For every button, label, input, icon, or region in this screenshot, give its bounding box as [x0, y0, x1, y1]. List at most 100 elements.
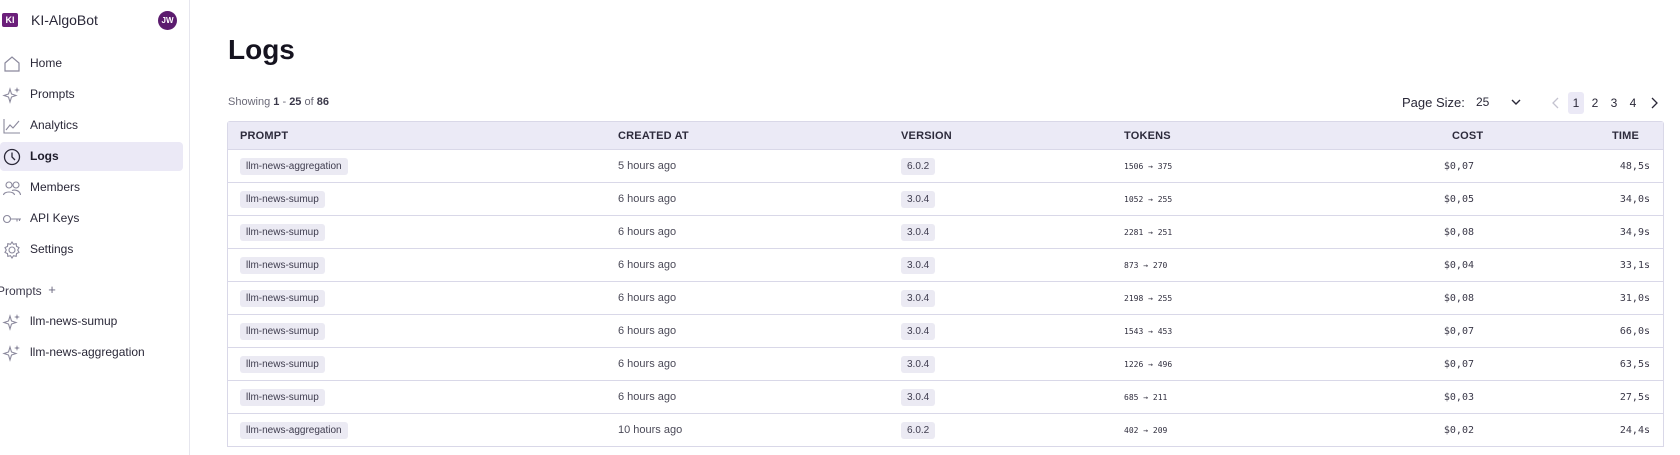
page-button-2[interactable]: 2 [1587, 92, 1603, 114]
sidebar-item-home[interactable]: Home [0, 49, 183, 78]
cost-value: $0,08 [1443, 293, 1474, 304]
cost-value: $0,07 [1443, 326, 1474, 337]
page-size-value: 25 [1476, 95, 1490, 109]
sidebar-item-logs[interactable]: Logs [0, 142, 183, 171]
sidebar-prompt-llm-news-aggregation[interactable]: llm-news-aggregation [0, 338, 183, 367]
cost-value: $0,04 [1443, 260, 1474, 271]
prompt-tag[interactable]: llm-news-sumup [240, 389, 325, 406]
version-badge: 3.0.4 [901, 191, 936, 208]
prompt-tag[interactable]: llm-news-sumup [240, 191, 325, 208]
app-logo: KI [2, 13, 18, 27]
column-header-cost[interactable]: COST [1452, 130, 1483, 142]
table-row[interactable]: llm-news-sumup 6 hours ago 3.0.4 1543 → 453… [228, 315, 1663, 348]
column-header-version[interactable]: VERSION [901, 130, 952, 142]
version-badge: 3.0.4 [901, 356, 936, 373]
prompt-tag[interactable]: llm-news-sumup [240, 356, 325, 373]
table-row[interactable]: llm-news-aggregation 5 hours ago 6.0.2 1506… [228, 150, 1663, 183]
created-at: 6 hours ago [618, 358, 677, 370]
page-button-4[interactable]: 4 [1625, 92, 1641, 114]
token-count: 685 → 211 [1124, 393, 1168, 402]
table-row[interactable]: llm-news-sumup 6 hours ago 3.0.4 1052 → 255… [228, 183, 1663, 216]
users-icon [2, 181, 22, 196]
table-row[interactable]: llm-news-sumup 6 hours ago 3.0.4 685 → 211 $… [228, 381, 1663, 414]
token-count: 2281 → 251 [1124, 228, 1173, 237]
sparkles-icon [2, 314, 20, 331]
sidebar-item-label: API Keys [30, 211, 80, 225]
time-value: 27,5s [1619, 392, 1650, 403]
gear-icon [4, 240, 20, 260]
next-page-button[interactable] [1646, 92, 1662, 114]
sidebar-item-label: Home [30, 56, 63, 70]
clock-icon [3, 148, 21, 166]
table-row[interactable]: llm-news-sumup 6 hours ago 3.0.4 2281 → 251… [228, 216, 1663, 249]
showing-total: 86 [316, 96, 329, 108]
table-row[interactable]: llm-news-sumup 6 hours ago 3.0.4 873 → 270 $… [228, 249, 1663, 282]
token-count: 2198 → 255 [1124, 294, 1173, 303]
created-at: 6 hours ago [618, 391, 677, 403]
chevron-down-icon [1511, 99, 1521, 105]
version-badge: 3.0.4 [901, 224, 936, 241]
showing-summary: Showing 1 - 25 of 86 [228, 96, 329, 108]
sidebar-prompt-label: llm-news-sumup [30, 314, 118, 328]
page-size-label: Page Size: [1402, 95, 1465, 110]
sidebar-prompt-label: llm-news-aggregation [30, 345, 145, 359]
version-badge: 3.0.4 [901, 389, 936, 406]
page-button-1[interactable]: 1 [1568, 92, 1584, 114]
add-prompt-button[interactable]: + [46, 283, 58, 297]
sidebar-item-prompts[interactable]: Prompts [0, 80, 183, 109]
column-header-time[interactable]: TIME [1612, 130, 1639, 142]
sidebar-item-label: Analytics [30, 118, 79, 132]
prompt-tag[interactable]: llm-news-sumup [240, 224, 325, 241]
table-body: llm-news-aggregation 5 hours ago 6.0.2 1506… [228, 150, 1663, 447]
table-row[interactable]: llm-news-sumup 6 hours ago 3.0.4 2198 → 255… [228, 282, 1663, 315]
version-badge: 3.0.4 [901, 290, 936, 307]
prompt-tag[interactable]: llm-news-sumup [240, 290, 325, 307]
avatar[interactable]: JW [158, 11, 177, 30]
page-button-3[interactable]: 3 [1606, 92, 1622, 114]
brand-header[interactable]: KI KI-AlgoBot JW [0, 10, 190, 32]
prompt-tag[interactable]: llm-news-sumup [240, 323, 325, 340]
column-header-prompt[interactable]: PROMPT [240, 130, 288, 142]
app-name: KI-AlgoBot [31, 12, 98, 28]
sidebar-prompt-llm-news-sumup[interactable]: llm-news-sumup [0, 307, 183, 336]
prompt-tag[interactable]: llm-news-aggregation [240, 158, 348, 175]
cost-value: $0,03 [1443, 392, 1474, 403]
cost-value: $0,07 [1443, 161, 1474, 172]
time-value: 34,9s [1619, 227, 1650, 238]
sidebar-item-settings[interactable]: Settings [0, 235, 183, 264]
sidebar-item-analytics[interactable]: Analytics [0, 111, 183, 140]
showing-of: of [304, 96, 314, 108]
time-value: 48,5s [1619, 161, 1650, 172]
page-size-select[interactable]: 25 [1476, 95, 1532, 111]
time-value: 66,0s [1619, 326, 1650, 337]
table-row[interactable]: llm-news-sumup 6 hours ago 3.0.4 1226 → 496… [228, 348, 1663, 381]
sidebar-item-members[interactable]: Members [0, 173, 183, 202]
token-count: 1543 → 453 [1124, 327, 1173, 336]
created-at: 10 hours ago [618, 424, 683, 436]
column-header-created-at[interactable]: CREATED AT [618, 130, 689, 142]
chart-line-icon [3, 119, 20, 134]
created-at: 6 hours ago [618, 193, 677, 205]
cost-value: $0,05 [1443, 194, 1474, 205]
table-row[interactable]: llm-news-aggregation 10 hours ago 6.0.2 402… [228, 414, 1663, 447]
sidebar: KI KI-AlgoBot JW Home Prompts Analytics … [0, 0, 190, 455]
prompt-tag[interactable]: llm-news-aggregation [240, 422, 348, 439]
sparkles-icon [2, 345, 20, 362]
created-at: 6 hours ago [618, 292, 677, 304]
token-count: 1226 → 496 [1124, 360, 1173, 369]
sidebar-item-api-keys[interactable]: API Keys [0, 204, 183, 233]
created-at: 5 hours ago [618, 160, 677, 172]
version-badge: 6.0.2 [901, 422, 936, 439]
prev-page-button[interactable] [1548, 92, 1564, 114]
token-count: 1052 → 255 [1124, 195, 1173, 204]
table-header: PROMPT CREATED AT VERSION TOKENS COST TI… [228, 122, 1663, 150]
key-icon [2, 214, 21, 224]
created-at: 6 hours ago [618, 226, 677, 238]
column-header-tokens[interactable]: TOKENS [1124, 130, 1171, 142]
prompts-section-title: Prompts [0, 284, 42, 298]
prompt-tag[interactable]: llm-news-sumup [240, 257, 325, 274]
showing-to: 25 [289, 96, 302, 108]
time-value: 33,1s [1619, 260, 1650, 271]
showing-separator: - [282, 96, 287, 108]
token-count: 1506 → 375 [1124, 162, 1173, 171]
